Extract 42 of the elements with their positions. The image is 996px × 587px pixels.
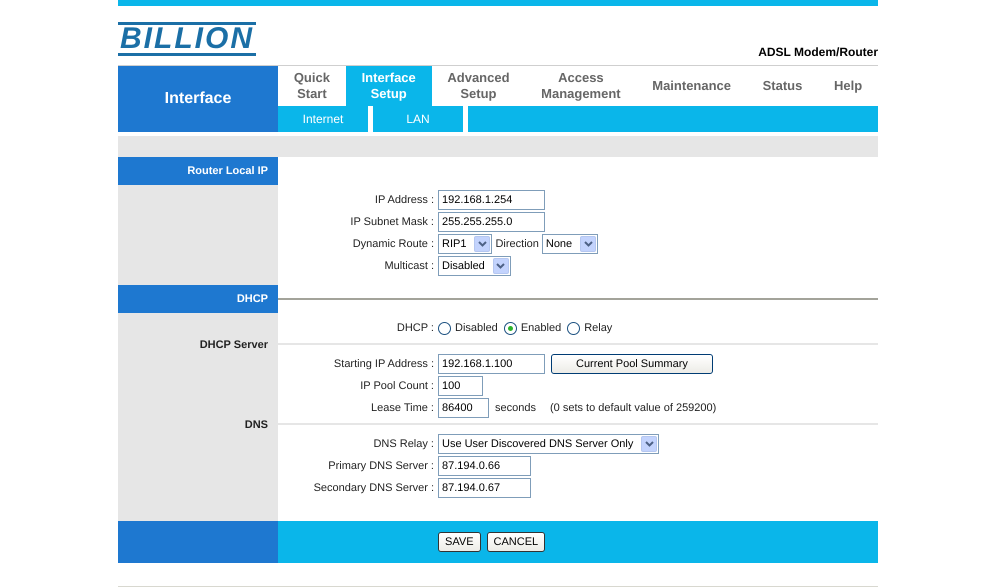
footer-button[interactable]: CANCEL	[486, 532, 546, 552]
input-field[interactable]: 87.194.0.67	[438, 478, 531, 498]
product-name: ADSL Modem/Router	[758, 44, 878, 61]
field-label: IP Address :	[374, 192, 435, 208]
radio-button[interactable]	[438, 322, 451, 334]
field-label: DNS Relay :	[372, 436, 435, 452]
input-field[interactable]: 192.168.1.254	[438, 190, 545, 210]
field-label: Multicast :	[383, 258, 435, 274]
input-field[interactable]: 87.194.0.66	[438, 456, 531, 476]
field-label: IP Subnet Mask :	[349, 214, 435, 230]
sidebar-title: Interface	[118, 66, 278, 132]
hint-text: (0 sets to default value of 259200)	[550, 400, 716, 416]
radio-button[interactable]	[504, 322, 517, 334]
field-label: Starting IP Address :	[332, 356, 435, 372]
group-heading: DHCP Server	[200, 338, 268, 353]
direction-label: Direction	[495, 236, 539, 252]
input-field[interactable]: 100	[438, 376, 483, 396]
input-field[interactable]: 255.255.255.0	[438, 212, 545, 232]
dropdown[interactable]: Disabled	[438, 256, 511, 276]
input-field[interactable]: 86400	[438, 398, 489, 418]
field-label: Dynamic Route :	[352, 236, 435, 252]
footer-button[interactable]: SAVE	[438, 532, 481, 552]
radio-label: Disabled	[455, 320, 498, 336]
field-label: IP Pool Count :	[359, 378, 435, 394]
radio-label: Relay	[584, 320, 612, 336]
dropdown[interactable]: Use User Discovered DNS Server Only	[438, 434, 660, 454]
tab-separator	[368, 106, 373, 132]
logo: BILLION	[118, 22, 256, 56]
dropdown[interactable]: RIP1	[438, 234, 492, 254]
field-label: Lease Time :	[370, 400, 435, 416]
input-field[interactable]: 192.168.1.100	[438, 354, 545, 374]
field-label: Primary DNS Server :	[327, 458, 435, 474]
section-header: Router Local IP	[118, 157, 278, 185]
radio-button[interactable]	[567, 322, 580, 334]
group-heading: DNS	[244, 418, 268, 433]
field-label: Secondary DNS Server :	[312, 480, 435, 496]
section-header: DHCP	[118, 285, 278, 313]
radio-label: Enabled	[520, 320, 562, 336]
field-label: DHCP :	[396, 320, 435, 336]
pool-summary-button[interactable]: Current Pool Summary	[551, 354, 713, 374]
dropdown[interactable]: None	[542, 234, 598, 254]
unit-label: seconds	[495, 400, 536, 416]
